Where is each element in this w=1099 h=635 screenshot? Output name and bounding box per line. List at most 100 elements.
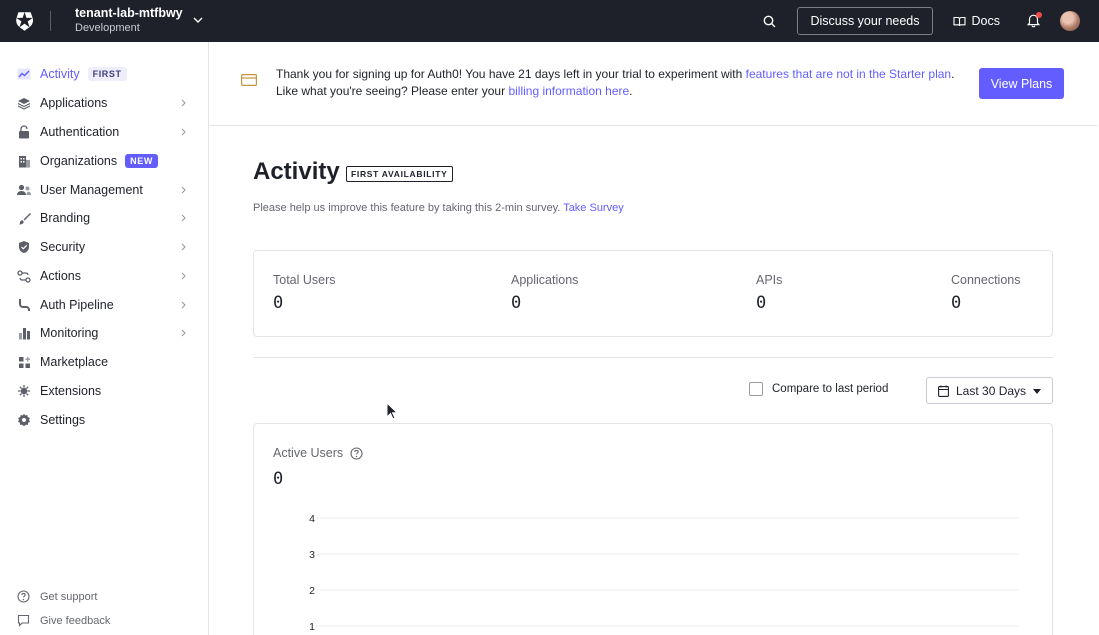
- stat-connections: Connections 0: [951, 273, 1021, 313]
- sidebar-item-activity[interactable]: Activity FIRST: [0, 60, 208, 88]
- sidebar-item-label: Actions: [40, 269, 81, 283]
- chevron-right-icon: [181, 301, 186, 309]
- chevron-down-icon: [193, 17, 203, 23]
- auth0-logo[interactable]: [0, 0, 48, 42]
- new-badge: NEW: [125, 154, 158, 168]
- sidebar-item-organizations[interactable]: Organizations NEW: [0, 147, 208, 175]
- chart-y-tick-label: 4: [309, 513, 315, 525]
- page-title: Activity: [253, 158, 340, 185]
- take-survey-link[interactable]: Take Survey: [563, 202, 624, 214]
- stat-value: 0: [511, 293, 522, 313]
- message-icon: [17, 614, 30, 627]
- sidebar-item-marketplace[interactable]: Marketplace: [0, 348, 208, 376]
- give-feedback-link[interactable]: Give feedback: [17, 614, 110, 627]
- tenant-switcher[interactable]: tenant-lab-mtfbwy Development: [75, 6, 203, 36]
- chart-y-tick-label: 3: [309, 549, 315, 561]
- sidebar-item-applications[interactable]: Applications: [0, 89, 208, 117]
- caret-down-icon: [1033, 389, 1041, 394]
- banner-text-1: Thank you for signing up for Auth0! You …: [276, 67, 746, 81]
- stat-label: Connections: [951, 273, 1021, 287]
- stats-card: Total Users 0 Applications 0 APIs 0 Conn…: [253, 250, 1053, 337]
- chevron-right-icon: [181, 99, 186, 107]
- sidebar-item-label: Activity: [40, 67, 80, 81]
- sidebar-item-label: Settings: [40, 413, 86, 427]
- date-range-select[interactable]: Last 30 Days: [926, 377, 1053, 404]
- sidebar-item-label: Branding: [40, 211, 91, 225]
- survey-prompt: Please help us improve this feature by t…: [253, 202, 624, 214]
- actions-flow-icon: [17, 269, 31, 283]
- sidebar-item-extensions[interactable]: Extensions: [0, 377, 208, 405]
- pipeline-icon: [17, 298, 31, 312]
- notifications-bell-icon[interactable]: [1022, 10, 1044, 32]
- sidebar: Activity FIRST Applications Authenticati…: [0, 42, 209, 635]
- tenant-environment: Development: [75, 22, 140, 34]
- brush-icon: [17, 211, 31, 225]
- sidebar-item-security[interactable]: Security: [0, 233, 208, 261]
- topbar-divider: [50, 11, 51, 31]
- section-divider: [253, 357, 1053, 358]
- stat-applications: Applications 0: [511, 273, 578, 313]
- stat-label: APIs: [756, 273, 783, 287]
- get-support-link[interactable]: Get support: [17, 590, 97, 603]
- top-bar: tenant-lab-mtfbwy Development Discuss yo…: [0, 0, 1099, 42]
- compare-label: Compare to last period: [772, 383, 889, 395]
- sidebar-item-branding[interactable]: Branding: [0, 204, 208, 232]
- sidebar-item-monitoring[interactable]: Monitoring: [0, 319, 208, 347]
- sidebar-item-label: Applications: [40, 96, 108, 110]
- date-range-label: Last 30 Days: [956, 383, 1027, 398]
- first-badge: FIRST: [87, 67, 127, 81]
- search-icon[interactable]: [757, 9, 781, 33]
- compare-toggle[interactable]: Compare to last period: [749, 382, 888, 396]
- help-circle-icon[interactable]: [350, 446, 363, 460]
- chevron-right-icon: [181, 243, 186, 251]
- sidebar-item-authentication[interactable]: Authentication: [0, 118, 208, 146]
- view-plans-button[interactable]: View Plans: [979, 68, 1064, 99]
- bar-chart-icon: [17, 326, 31, 340]
- stat-total-users: Total Users 0: [273, 273, 336, 313]
- user-avatar[interactable]: [1060, 11, 1080, 31]
- chart-y-tick-label: 1: [309, 621, 315, 633]
- features-link[interactable]: features that are not in the Starter pla…: [746, 67, 951, 81]
- auth0-logo-icon: [16, 12, 33, 31]
- sidebar-item-label: Organizations: [40, 154, 118, 168]
- sidebar-item-settings[interactable]: Settings: [0, 406, 208, 434]
- docs-label: Docs: [971, 14, 1000, 28]
- stat-apis: APIs 0: [756, 273, 782, 313]
- chart-y-tick-label: 2: [309, 585, 315, 597]
- stat-label: Total Users: [273, 273, 336, 287]
- extension-icon: [17, 384, 31, 398]
- layers-icon: [17, 96, 31, 110]
- banner-text-3: .: [629, 84, 633, 98]
- stat-label: Applications: [511, 273, 579, 287]
- discuss-needs-button[interactable]: Discuss your needs: [797, 7, 933, 35]
- active-users-value: 0: [273, 469, 284, 489]
- compare-checkbox[interactable]: [749, 382, 763, 396]
- lock-icon: [17, 125, 31, 139]
- billing-link[interactable]: billing information here: [508, 84, 629, 98]
- stat-value: 0: [756, 293, 767, 313]
- give-feedback-label: Give feedback: [40, 614, 111, 627]
- sidebar-item-label: Monitoring: [40, 326, 99, 340]
- sidebar-item-user-management[interactable]: User Management: [0, 176, 208, 204]
- chevron-right-icon: [181, 128, 186, 136]
- sidebar-item-auth-pipeline[interactable]: Auth Pipeline: [0, 291, 208, 319]
- activity-chart-icon: [17, 67, 31, 81]
- get-support-label: Get support: [40, 590, 98, 603]
- docs-link[interactable]: Docs: [952, 14, 1000, 28]
- active-users-chart: 4 3 2 1: [309, 513, 1019, 633]
- sidebar-item-actions[interactable]: Actions: [0, 262, 208, 290]
- chevron-right-icon: [181, 214, 186, 222]
- active-users-title: Active Users: [273, 446, 344, 460]
- stat-value: 0: [951, 293, 962, 313]
- tenant-name: tenant-lab-mtfbwy: [75, 6, 183, 20]
- grid-plus-icon: [17, 355, 31, 369]
- book-icon: [952, 16, 966, 26]
- stat-value: 0: [273, 293, 284, 313]
- sidebar-item-label: User Management: [40, 183, 143, 197]
- survey-text: Please help us improve this feature by t…: [253, 202, 564, 214]
- active-users-title-row: Active Users: [273, 446, 363, 460]
- chevron-right-icon: [181, 329, 186, 337]
- calendar-icon: [938, 385, 949, 397]
- chevron-right-icon: [181, 186, 186, 194]
- users-icon: [17, 183, 31, 197]
